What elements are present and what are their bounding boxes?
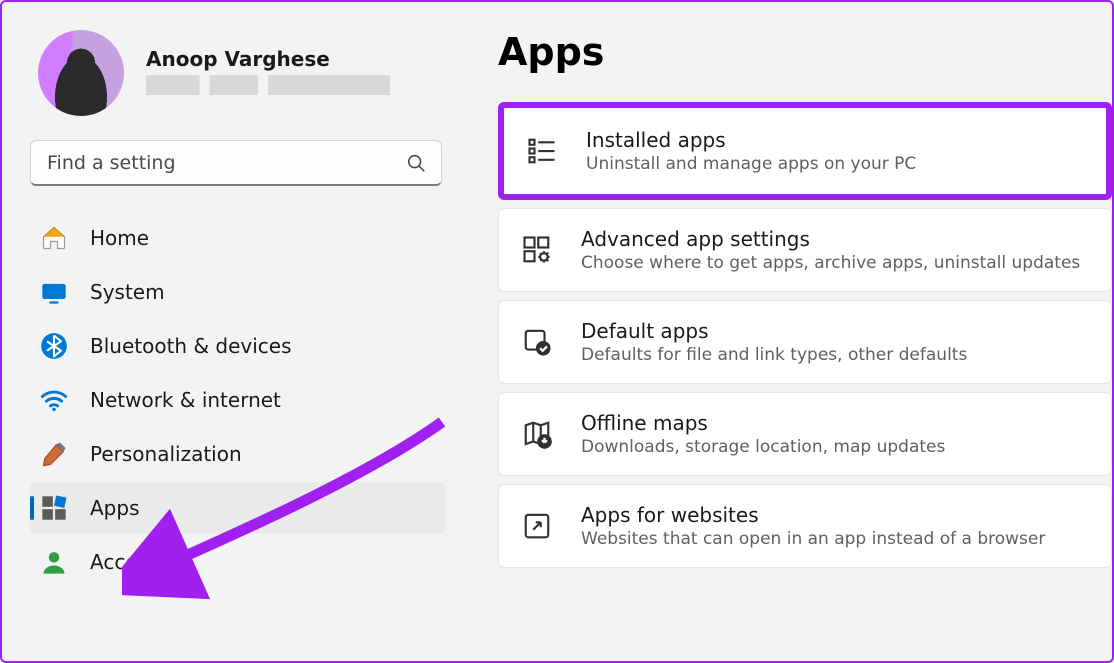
map-download-icon bbox=[521, 418, 553, 450]
list-icon bbox=[526, 135, 558, 167]
grid-gear-icon bbox=[521, 234, 553, 266]
card-title: Installed apps bbox=[586, 128, 916, 152]
card-offline-maps[interactable]: Offline maps Downloads, storage location… bbox=[498, 392, 1112, 476]
nav-system[interactable]: System bbox=[30, 266, 446, 318]
nav-label: Network & internet bbox=[90, 388, 281, 412]
card-subtitle: Choose where to get apps, archive apps, … bbox=[581, 253, 1080, 273]
page-title: Apps bbox=[498, 30, 1112, 74]
home-icon bbox=[40, 224, 68, 252]
card-title: Default apps bbox=[581, 319, 967, 343]
person-icon bbox=[40, 548, 68, 576]
nav-network[interactable]: Network & internet bbox=[30, 374, 446, 426]
nav-label: System bbox=[90, 280, 165, 304]
card-advanced-app-settings[interactable]: Advanced app settings Choose where to ge… bbox=[498, 208, 1112, 292]
card-list: Installed apps Uninstall and manage apps… bbox=[498, 102, 1112, 568]
nav: Home System Bluetooth & devices Network … bbox=[30, 212, 446, 588]
bluetooth-icon bbox=[40, 332, 68, 360]
system-icon bbox=[40, 278, 68, 306]
card-subtitle: Uninstall and manage apps on your PC bbox=[586, 154, 916, 174]
card-title: Advanced app settings bbox=[581, 227, 1080, 251]
card-title: Offline maps bbox=[581, 411, 945, 435]
sidebar: Anoop Varghese Home bbox=[2, 2, 462, 661]
paintbrush-icon bbox=[40, 440, 68, 468]
card-default-apps[interactable]: Default apps Defaults for file and link … bbox=[498, 300, 1112, 384]
profile-email-redacted bbox=[146, 75, 390, 95]
search-box[interactable] bbox=[30, 140, 442, 186]
nav-label: Accounts bbox=[90, 550, 181, 574]
card-title: Apps for websites bbox=[581, 503, 1045, 527]
avatar bbox=[38, 30, 124, 116]
nav-label: Apps bbox=[90, 496, 140, 520]
profile-name: Anoop Varghese bbox=[146, 47, 390, 71]
nav-apps[interactable]: Apps bbox=[30, 482, 446, 534]
nav-accounts[interactable]: Accounts bbox=[30, 536, 446, 588]
wifi-icon bbox=[40, 386, 68, 414]
nav-bluetooth[interactable]: Bluetooth & devices bbox=[30, 320, 446, 372]
card-subtitle: Downloads, storage location, map updates bbox=[581, 437, 945, 457]
card-installed-apps[interactable]: Installed apps Uninstall and manage apps… bbox=[498, 102, 1112, 200]
nav-label: Personalization bbox=[90, 442, 242, 466]
nav-home[interactable]: Home bbox=[30, 212, 446, 264]
default-apps-icon bbox=[521, 326, 553, 358]
apps-icon bbox=[40, 494, 68, 522]
nav-personalization[interactable]: Personalization bbox=[30, 428, 446, 480]
nav-label: Home bbox=[90, 226, 149, 250]
profile-block[interactable]: Anoop Varghese bbox=[38, 30, 446, 116]
nav-label: Bluetooth & devices bbox=[90, 334, 292, 358]
search-icon bbox=[405, 152, 427, 174]
open-app-icon bbox=[521, 510, 553, 542]
card-subtitle: Websites that can open in an app instead… bbox=[581, 529, 1045, 549]
card-subtitle: Defaults for file and link types, other … bbox=[581, 345, 967, 365]
card-apps-for-websites[interactable]: Apps for websites Websites that can open… bbox=[498, 484, 1112, 568]
search-input[interactable] bbox=[45, 151, 405, 175]
main: Apps Installed apps Uninstall and manage… bbox=[462, 2, 1112, 661]
